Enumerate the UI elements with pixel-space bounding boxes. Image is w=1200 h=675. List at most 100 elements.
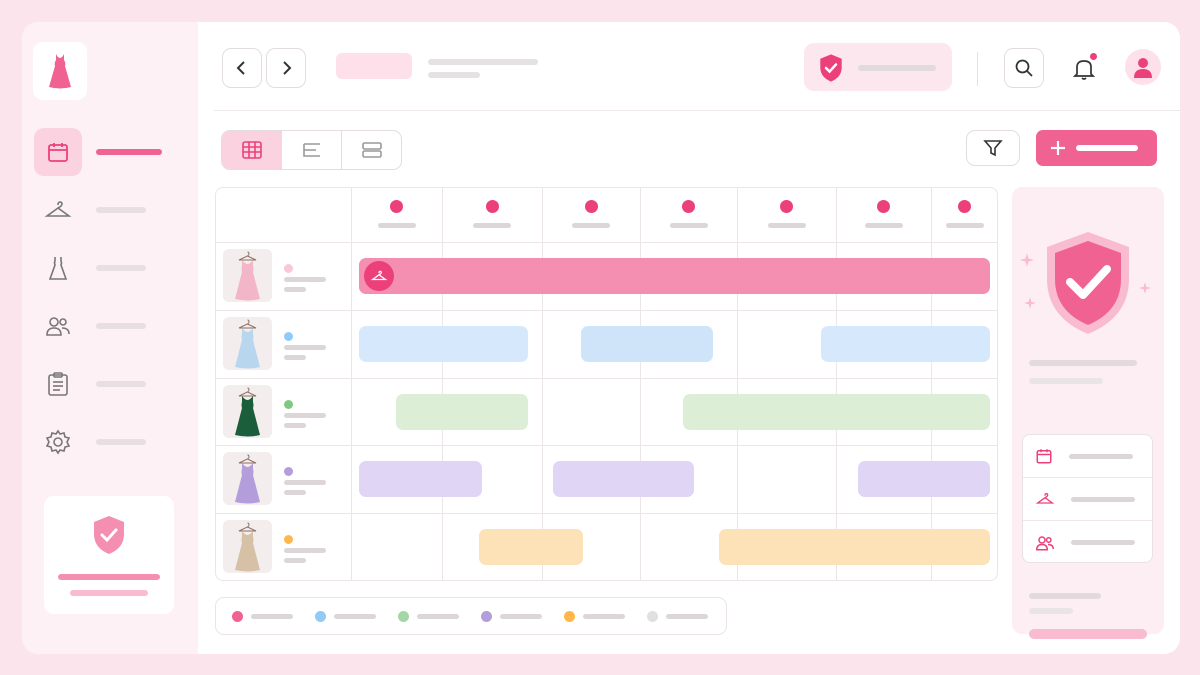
legend-item[interactable]	[481, 610, 542, 622]
hanger-icon	[1035, 492, 1055, 504]
booking-block[interactable]	[479, 529, 584, 566]
dress-name-bar	[284, 480, 326, 486]
legend-item[interactable]	[315, 610, 376, 622]
back-button[interactable]	[222, 48, 262, 88]
legend-label	[500, 613, 542, 619]
app-logo[interactable]	[33, 42, 87, 100]
plus-icon	[1051, 141, 1065, 155]
grid-row-divider	[216, 445, 997, 447]
sidebar-item-label	[96, 381, 146, 387]
day-header-dot[interactable]	[390, 200, 403, 213]
security-card[interactable]	[44, 496, 174, 614]
dress-thumbnail[interactable]	[223, 520, 272, 574]
add-booking-button[interactable]	[1036, 130, 1157, 166]
rows-view-icon	[361, 142, 382, 158]
avatar[interactable]	[1125, 49, 1161, 85]
users-icon	[1035, 535, 1054, 550]
search-button[interactable]	[1004, 48, 1044, 88]
day-header-label	[377, 223, 416, 228]
info-row-dress[interactable]	[1023, 478, 1152, 521]
date-range-chip[interactable]	[336, 53, 412, 79]
legend-dot	[398, 610, 409, 622]
chevron-left-icon	[236, 61, 245, 75]
dress-meta-bar	[284, 354, 306, 360]
rows-view-button[interactable]	[342, 131, 401, 169]
shield-check-icon	[1047, 232, 1129, 334]
panel-action-button[interactable]	[1029, 629, 1147, 639]
dress-meta-bar	[284, 490, 306, 496]
legend-item[interactable]	[232, 610, 293, 622]
day-header-label	[767, 223, 806, 228]
dress-name-bar	[284, 548, 326, 554]
booking-block[interactable]	[719, 529, 990, 566]
header-subtitle-bar	[428, 72, 480, 78]
booking-calendar-grid	[215, 187, 998, 581]
dress-thumbnail[interactable]	[223, 249, 272, 302]
sidebar-item-label	[96, 323, 146, 329]
sidebar	[22, 22, 198, 654]
grid-column-divider	[836, 188, 837, 580]
dress-icon	[49, 54, 71, 89]
sparkle-icon	[1024, 297, 1036, 309]
sidebar-item-dresses[interactable]	[34, 244, 184, 292]
booking-block[interactable]	[359, 325, 528, 362]
hanger-icon	[364, 261, 394, 291]
grid-column-divider	[442, 188, 443, 580]
forward-button[interactable]	[266, 48, 306, 88]
booking-block[interactable]	[682, 393, 990, 430]
dress-thumbnail[interactable]	[223, 452, 272, 506]
legend-item[interactable]	[564, 610, 625, 622]
day-header-dot[interactable]	[780, 200, 793, 213]
sidebar-item-settings[interactable]	[34, 418, 184, 466]
day-header-label	[473, 223, 511, 228]
day-header-dot[interactable]	[877, 200, 890, 213]
day-header-dot[interactable]	[682, 200, 695, 213]
panel-subtitle-bar	[1029, 378, 1103, 384]
dress-thumbnail[interactable]	[223, 384, 272, 438]
dress-thumbnail[interactable]	[223, 316, 272, 370]
dress-status-dot	[284, 535, 293, 545]
day-header-label	[864, 223, 903, 228]
notification-badge	[1090, 53, 1097, 60]
legend	[215, 597, 727, 635]
header-title-bar	[428, 59, 538, 65]
booking-block[interactable]	[395, 393, 528, 430]
info-row-date[interactable]	[1023, 435, 1152, 478]
dress-name-bar	[284, 412, 326, 418]
dress-status-dot	[284, 264, 293, 273]
booking-block[interactable]	[580, 325, 713, 362]
legend-dot	[564, 610, 575, 622]
day-header-dot[interactable]	[485, 200, 499, 213]
day-header-dot[interactable]	[584, 200, 598, 213]
notification-button[interactable]	[1064, 52, 1104, 86]
info-row-label	[1071, 540, 1135, 545]
booking-block[interactable]	[821, 325, 990, 362]
grid-view-button[interactable]	[222, 131, 282, 169]
booking-block[interactable]	[359, 258, 990, 294]
day-header-dot[interactable]	[958, 200, 971, 213]
grid-column-divider	[351, 188, 352, 580]
legend-item[interactable]	[398, 610, 459, 622]
sidebar-item-customers[interactable]	[34, 302, 184, 350]
sidebar-item-label	[96, 149, 162, 155]
grid-view-icon	[241, 141, 262, 159]
booking-block[interactable]	[359, 461, 482, 498]
sidebar-item-calendar[interactable]	[34, 128, 184, 176]
legend-item[interactable]	[647, 610, 708, 622]
grid-column-divider	[737, 188, 738, 580]
booking-block[interactable]	[553, 461, 695, 498]
info-row-customer[interactable]	[1023, 521, 1152, 564]
main-panel	[198, 22, 1180, 654]
booking-block[interactable]	[858, 461, 990, 498]
sidebar-item-orders[interactable]	[34, 360, 184, 408]
status-pill[interactable]	[804, 43, 952, 91]
shield-check-icon	[820, 54, 842, 82]
user-icon	[1134, 58, 1152, 78]
filter-button[interactable]	[966, 130, 1020, 166]
dress-status-dot	[284, 331, 293, 341]
hanger-icon	[44, 201, 72, 217]
sidebar-item-inventory[interactable]	[34, 186, 184, 234]
list-view-button[interactable]	[282, 131, 342, 169]
dress-meta-bar	[284, 422, 306, 428]
panel-footer-bar	[1029, 593, 1101, 599]
